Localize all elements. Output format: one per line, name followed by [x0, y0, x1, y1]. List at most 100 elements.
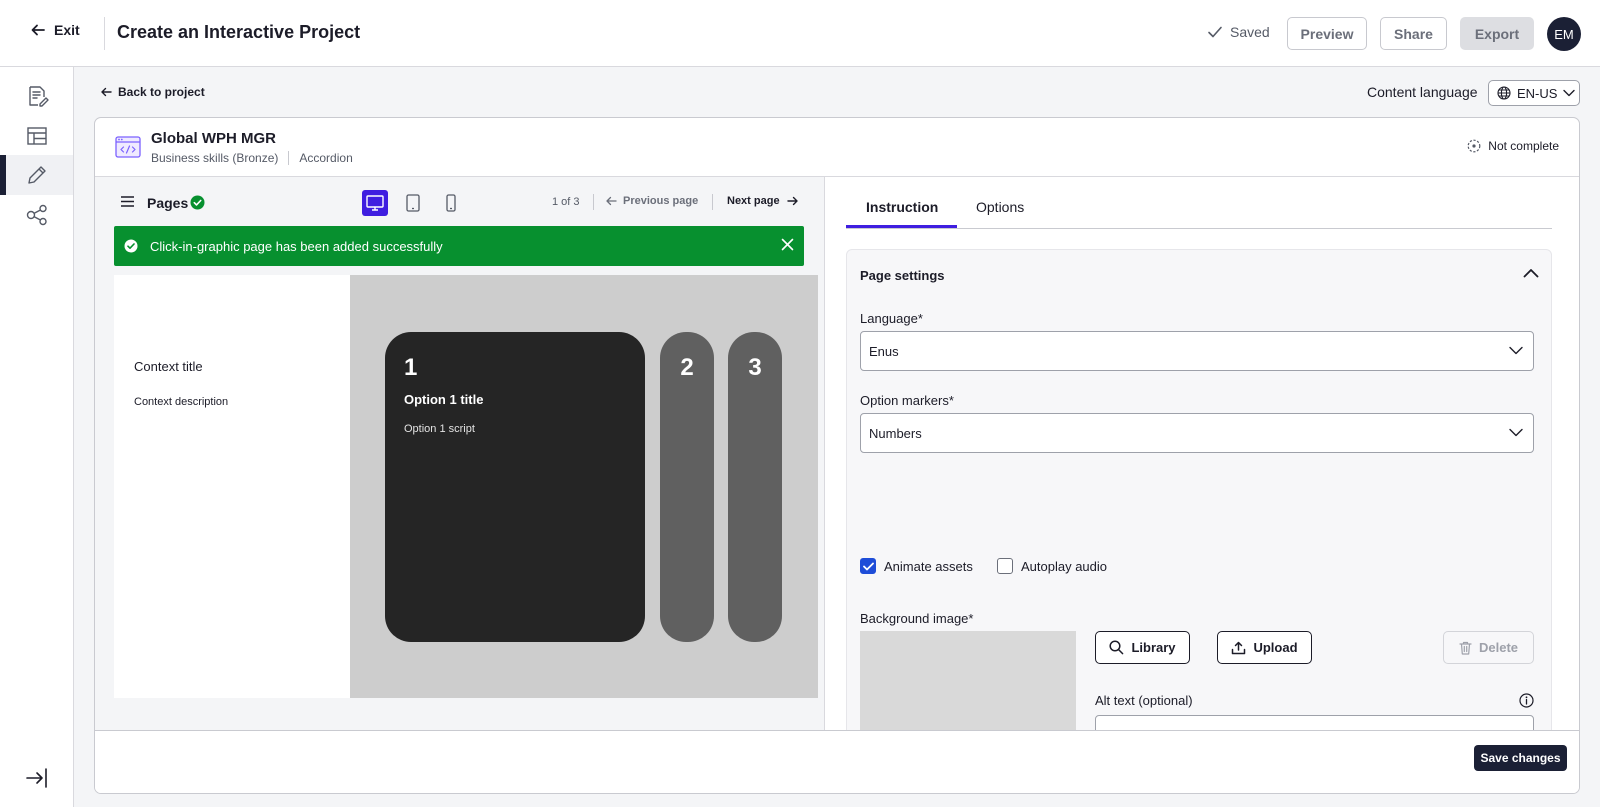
info-icon[interactable]: [1519, 693, 1534, 708]
alt-text-label: Alt text (optional): [1095, 693, 1193, 708]
code-window-icon: [115, 136, 141, 158]
option-card-3[interactable]: 3: [728, 332, 782, 642]
arrow-right-icon: [786, 196, 798, 206]
library-button[interactable]: Library: [1095, 631, 1190, 664]
search-icon: [1109, 640, 1124, 655]
upload-button[interactable]: Upload: [1217, 631, 1312, 664]
chevron-up-icon[interactable]: [1523, 268, 1539, 278]
project-card: Global WPH MGR Business skills (Bronze) …: [94, 117, 1580, 794]
project-name: Global WPH MGR: [151, 130, 276, 147]
option-number: 2: [680, 354, 694, 381]
main-area: Back to project Content language EN-US G…: [74, 67, 1600, 807]
page-canvas: Context title Context description 1 Opti…: [114, 275, 818, 698]
active-tab-indicator: [846, 225, 957, 228]
back-to-project-link[interactable]: Back to project: [100, 85, 205, 99]
context-title[interactable]: Context title: [134, 359, 203, 374]
language-select[interactable]: Enus: [860, 331, 1534, 371]
option-title: Option 1 title: [404, 392, 484, 407]
arrow-left-icon: [31, 24, 45, 36]
globe-icon: [1497, 86, 1511, 100]
tab-instruction[interactable]: Instruction: [866, 199, 938, 215]
content-language-label: Content language: [1367, 84, 1478, 100]
page-settings-section: Page settings Language* Enus Option mark…: [846, 249, 1552, 730]
rail-item-share[interactable]: [0, 195, 73, 235]
rail-item-layout[interactable]: [0, 116, 73, 156]
tab-options[interactable]: Options: [976, 199, 1024, 215]
autoplay-audio-checkbox[interactable]: Autoplay audio: [997, 558, 1107, 574]
next-page-button[interactable]: Next page: [727, 195, 798, 207]
rail-item-edit[interactable]: [0, 76, 73, 116]
option-card-2[interactable]: 2: [660, 332, 714, 642]
menu-icon[interactable]: [121, 196, 134, 207]
collapse-right-icon: [26, 768, 47, 788]
language-value: Enus: [869, 343, 899, 359]
settings-pane: Instruction Options Page settings Langua…: [826, 177, 1579, 730]
option-card-1[interactable]: 1 Option 1 title Option 1 script: [385, 332, 645, 642]
context-description[interactable]: Context description: [134, 396, 228, 408]
export-button[interactable]: Export: [1460, 17, 1534, 50]
alt-text-input[interactable]: [1095, 715, 1534, 730]
check-circle-icon: [124, 239, 138, 253]
preview-button[interactable]: Preview: [1287, 17, 1367, 50]
desktop-icon: [366, 195, 384, 211]
back-label: Back to project: [118, 85, 205, 99]
mobile-view-button[interactable]: [438, 190, 464, 216]
trash-icon: [1459, 641, 1472, 655]
accordion-area: 1 Option 1 title Option 1 script 2 3: [350, 275, 818, 698]
layout-icon: [26, 127, 47, 145]
saved-label: Saved: [1230, 24, 1270, 40]
check-icon: [862, 562, 874, 570]
arrow-left-icon: [606, 196, 617, 206]
pager-divider: [593, 194, 594, 210]
arrow-left-icon: [101, 87, 112, 97]
section-title: Page settings: [860, 268, 945, 283]
tablet-view-button[interactable]: [400, 190, 426, 216]
checkbox-unchecked[interactable]: [997, 558, 1013, 574]
project-meta: Business skills (Bronze) Accordion: [151, 151, 353, 165]
animate-assets-checkbox[interactable]: Animate assets: [860, 558, 973, 574]
settings-tabs: Instruction Options: [846, 177, 1552, 229]
completion-status: Not complete: [1467, 139, 1559, 153]
autoplay-audio-label: Autoplay audio: [1021, 558, 1108, 574]
page-count: 1 of 3: [552, 196, 580, 208]
page-title: Create an Interactive Project: [117, 22, 361, 42]
chevron-down-icon: [1509, 346, 1523, 355]
option-markers-value: Numbers: [869, 425, 922, 441]
delete-button[interactable]: Delete: [1443, 631, 1534, 664]
project-header: Global WPH MGR Business skills (Bronze) …: [95, 118, 1579, 177]
checkbox-checked[interactable]: [860, 558, 876, 574]
saved-status: Saved: [1207, 24, 1270, 40]
previous-page-button[interactable]: Previous page: [606, 195, 698, 207]
exit-button[interactable]: Exit: [30, 22, 80, 38]
success-toast: Click-in-graphic page has been added suc…: [114, 226, 804, 266]
check-circle-icon: [190, 195, 205, 210]
content-language-value: EN-US: [1517, 85, 1558, 101]
option-number: 1: [404, 354, 418, 381]
card-footer: Save changes: [95, 730, 1579, 793]
content-language-select[interactable]: EN-US: [1488, 80, 1580, 106]
delete-label: Delete: [1478, 640, 1519, 655]
desktop-view-button[interactable]: [362, 190, 388, 216]
option-markers-label: Option markers*: [860, 393, 954, 408]
background-image-preview: [860, 631, 1076, 730]
rail-item-pencil[interactable]: [0, 155, 73, 195]
save-changes-button[interactable]: Save changes: [1474, 745, 1567, 771]
option-number: 3: [748, 354, 762, 381]
tablet-icon: [406, 194, 420, 212]
background-image-label: Background image*: [860, 611, 974, 626]
pencil-icon: [27, 166, 46, 184]
option-script: Option 1 script: [404, 423, 475, 435]
upload-label: Upload: [1253, 640, 1298, 655]
share-button[interactable]: Share: [1380, 17, 1447, 50]
status-label: Not complete: [1488, 139, 1559, 153]
check-icon: [1208, 26, 1222, 38]
avatar[interactable]: EM: [1547, 17, 1581, 51]
chevron-down-icon: [1563, 89, 1576, 97]
header-divider: [104, 17, 105, 50]
chevron-down-icon: [1509, 428, 1523, 437]
dashed-circle-icon: [1467, 139, 1481, 153]
pages-label: Pages: [147, 195, 189, 211]
option-markers-select[interactable]: Numbers: [860, 413, 1534, 453]
collapse-rail-button[interactable]: [25, 767, 49, 789]
close-icon[interactable]: [781, 238, 794, 251]
